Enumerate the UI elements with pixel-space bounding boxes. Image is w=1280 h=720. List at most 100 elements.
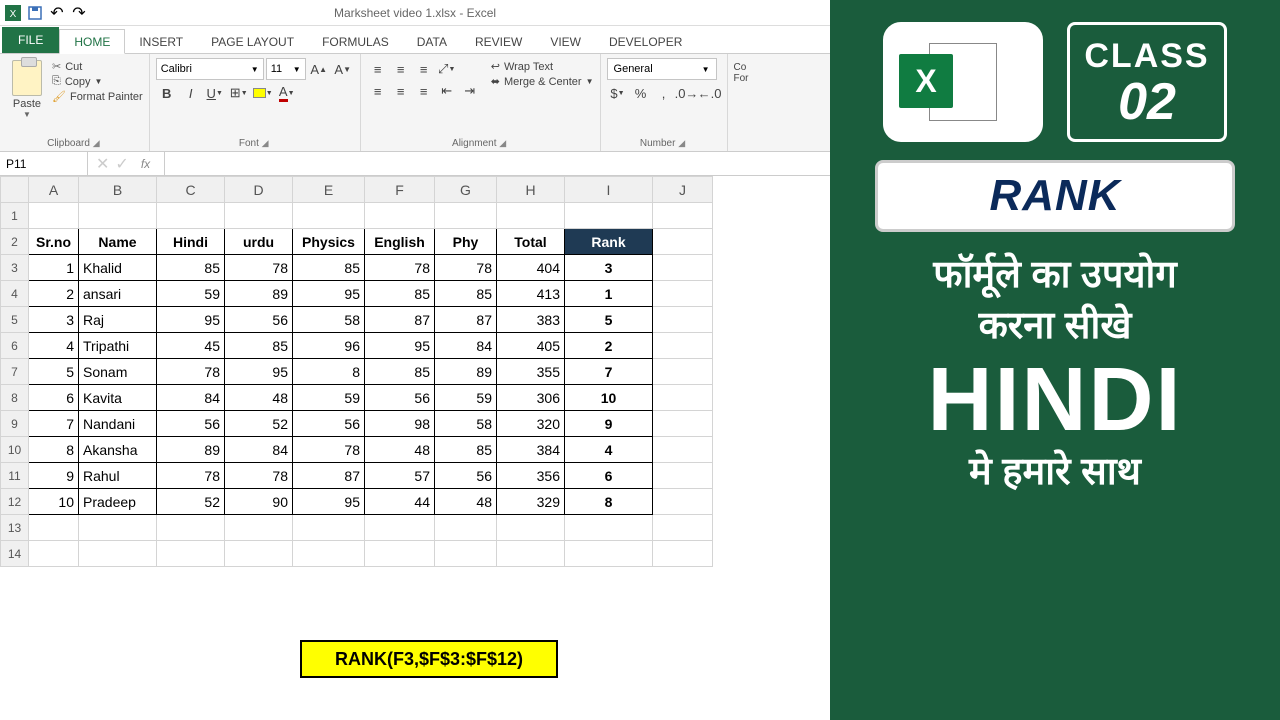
- cell[interactable]: [157, 515, 225, 541]
- data-cell[interactable]: 329: [497, 489, 565, 515]
- data-cell[interactable]: 85: [225, 333, 293, 359]
- data-cell[interactable]: 87: [365, 307, 435, 333]
- data-cell[interactable]: 56: [293, 411, 365, 437]
- data-cell[interactable]: 78: [293, 437, 365, 463]
- data-cell[interactable]: ansari: [79, 281, 157, 307]
- cell[interactable]: [29, 541, 79, 567]
- data-cell[interactable]: 52: [225, 411, 293, 437]
- align-middle-button[interactable]: ≡: [390, 58, 412, 80]
- cell[interactable]: [435, 541, 497, 567]
- cell[interactable]: [225, 541, 293, 567]
- fill-color-button[interactable]: ▼: [252, 82, 274, 104]
- data-cell[interactable]: 95: [293, 281, 365, 307]
- paste-button[interactable]: Paste ▼: [6, 56, 48, 119]
- data-cell[interactable]: 2: [29, 281, 79, 307]
- cell[interactable]: [653, 489, 713, 515]
- select-all-corner[interactable]: [1, 177, 29, 203]
- column-header[interactable]: F: [365, 177, 435, 203]
- data-cell[interactable]: 1: [565, 281, 653, 307]
- row-header[interactable]: 3: [1, 255, 29, 281]
- cell[interactable]: [497, 541, 565, 567]
- cell[interactable]: [29, 203, 79, 229]
- data-cell[interactable]: 1: [29, 255, 79, 281]
- row-header[interactable]: 1: [1, 203, 29, 229]
- data-cell[interactable]: 95: [225, 359, 293, 385]
- cell[interactable]: [653, 333, 713, 359]
- row-header[interactable]: 7: [1, 359, 29, 385]
- row-header[interactable]: 4: [1, 281, 29, 307]
- tab-data[interactable]: DATA: [403, 30, 461, 53]
- data-cell[interactable]: 320: [497, 411, 565, 437]
- tab-review[interactable]: REVIEW: [461, 30, 536, 53]
- undo-icon[interactable]: ↶: [48, 4, 66, 22]
- tab-page-layout[interactable]: PAGE LAYOUT: [197, 30, 308, 53]
- row-header[interactable]: 14: [1, 541, 29, 567]
- dialog-launcher-icon[interactable]: ◢: [678, 138, 685, 148]
- dialog-launcher-icon[interactable]: ◢: [262, 138, 269, 148]
- data-cell[interactable]: 85: [435, 437, 497, 463]
- merge-center-button[interactable]: ⬌Merge & Center▼: [491, 75, 594, 88]
- indent-increase-button[interactable]: ⇥: [459, 80, 481, 102]
- cell[interactable]: [497, 515, 565, 541]
- data-cell[interactable]: Nandani: [79, 411, 157, 437]
- data-cell[interactable]: 89: [435, 359, 497, 385]
- data-cell[interactable]: 78: [435, 255, 497, 281]
- cell[interactable]: [225, 515, 293, 541]
- data-cell[interactable]: 48: [225, 385, 293, 411]
- cell[interactable]: [157, 541, 225, 567]
- cell[interactable]: [435, 515, 497, 541]
- bold-button[interactable]: B: [156, 82, 178, 104]
- data-cell[interactable]: 78: [157, 463, 225, 489]
- increase-decimal-button[interactable]: .0→: [676, 82, 698, 104]
- data-cell[interactable]: 45: [157, 333, 225, 359]
- data-cell[interactable]: 2: [565, 333, 653, 359]
- name-box[interactable]: P11: [0, 152, 88, 175]
- grow-font-button[interactable]: A▲: [308, 58, 330, 80]
- wrap-text-button[interactable]: ↩Wrap Text: [491, 60, 594, 73]
- column-header[interactable]: D: [225, 177, 293, 203]
- data-cell[interactable]: 6: [29, 385, 79, 411]
- data-cell[interactable]: Raj: [79, 307, 157, 333]
- data-cell[interactable]: 52: [157, 489, 225, 515]
- column-header[interactable]: I: [565, 177, 653, 203]
- cell[interactable]: [365, 203, 435, 229]
- data-cell[interactable]: 56: [225, 307, 293, 333]
- data-cell[interactable]: 90: [225, 489, 293, 515]
- data-cell[interactable]: 10: [565, 385, 653, 411]
- save-icon[interactable]: [26, 4, 44, 22]
- table-header-cell[interactable]: Hindi: [157, 229, 225, 255]
- column-header[interactable]: E: [293, 177, 365, 203]
- fx-icon[interactable]: fx: [135, 157, 156, 171]
- cut-button[interactable]: ✂Cut: [52, 60, 143, 73]
- data-cell[interactable]: 9: [29, 463, 79, 489]
- data-cell[interactable]: 85: [293, 255, 365, 281]
- data-cell[interactable]: 3: [29, 307, 79, 333]
- data-cell[interactable]: 85: [435, 281, 497, 307]
- cell[interactable]: [293, 541, 365, 567]
- data-cell[interactable]: 96: [293, 333, 365, 359]
- data-cell[interactable]: 78: [225, 463, 293, 489]
- tab-insert[interactable]: INSERT: [125, 30, 197, 53]
- align-left-button[interactable]: ≡: [367, 80, 389, 102]
- cell[interactable]: [157, 203, 225, 229]
- table-header-cell[interactable]: Name: [79, 229, 157, 255]
- italic-button[interactable]: I: [180, 82, 202, 104]
- data-cell[interactable]: 4: [565, 437, 653, 463]
- data-cell[interactable]: 95: [365, 333, 435, 359]
- data-cell[interactable]: 405: [497, 333, 565, 359]
- data-cell[interactable]: 56: [157, 411, 225, 437]
- column-header[interactable]: A: [29, 177, 79, 203]
- cell[interactable]: [653, 307, 713, 333]
- data-cell[interactable]: 3: [565, 255, 653, 281]
- data-cell[interactable]: 8: [29, 437, 79, 463]
- data-cell[interactable]: 57: [365, 463, 435, 489]
- column-header[interactable]: G: [435, 177, 497, 203]
- row-header[interactable]: 10: [1, 437, 29, 463]
- data-cell[interactable]: 8: [293, 359, 365, 385]
- data-cell[interactable]: 48: [435, 489, 497, 515]
- cell[interactable]: [79, 203, 157, 229]
- data-cell[interactable]: 306: [497, 385, 565, 411]
- row-header[interactable]: 13: [1, 515, 29, 541]
- data-cell[interactable]: 78: [157, 359, 225, 385]
- cell[interactable]: [565, 203, 653, 229]
